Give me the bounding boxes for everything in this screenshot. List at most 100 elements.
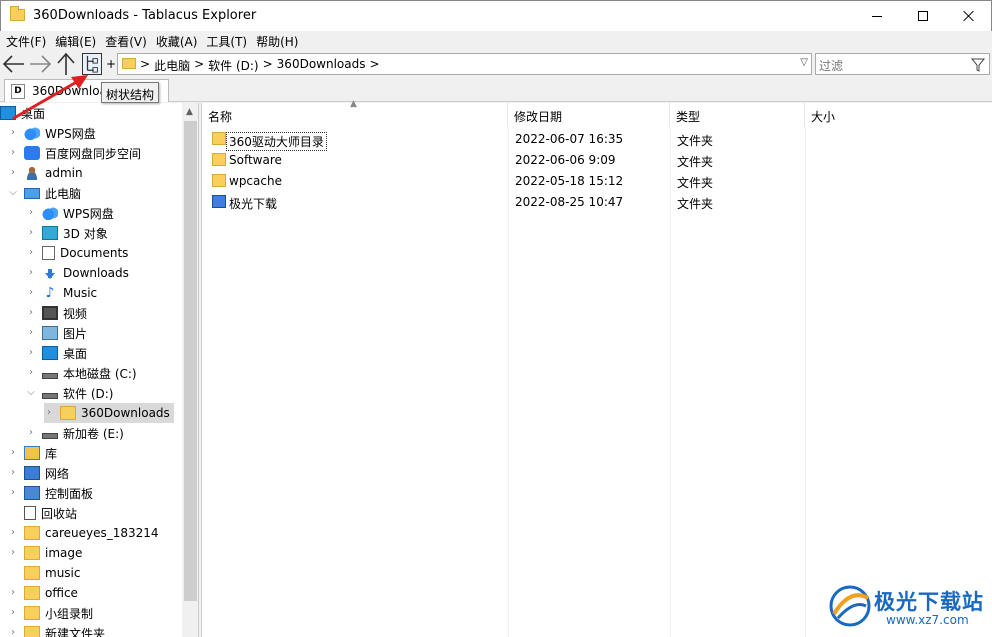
breadcrumb-separator[interactable]: >: [369, 57, 379, 74]
tree-item[interactable]: › Documents: [26, 243, 128, 263]
column-type[interactable]: 类型: [670, 103, 805, 127]
breadcrumb-drive-d[interactable]: 软件 (D:): [208, 57, 258, 74]
doc-icon: [42, 246, 55, 260]
app-folder-icon: [212, 195, 226, 208]
file-row[interactable]: Software 2022-06-06 9:09 文件夹: [202, 150, 992, 171]
breadcrumb-360downloads[interactable]: 360Downloads: [277, 57, 366, 74]
chevron-right-icon[interactable]: ›: [8, 528, 18, 538]
chevron-right-icon[interactable]: ›: [26, 368, 36, 378]
new-tab-button[interactable]: +: [106, 57, 116, 71]
chevron-right-icon[interactable]: ›: [26, 308, 36, 318]
file-date: 2022-05-18 15:12: [515, 174, 624, 188]
chevron-right-icon[interactable]: ›: [8, 468, 18, 478]
tree-item[interactable]: 回收站: [8, 503, 77, 523]
tree-item[interactable]: › 桌面: [26, 343, 87, 363]
pic-icon: [42, 326, 58, 340]
tree-item[interactable]: ⌵ 此电脑: [8, 183, 81, 203]
desk-icon: [0, 106, 16, 120]
maximize-button[interactable]: [900, 1, 946, 31]
tree-item[interactable]: › 3D 对象: [26, 223, 108, 243]
breadcrumb-separator[interactable]: >: [194, 57, 204, 74]
tree-item[interactable]: › 本地磁盘 (C:): [26, 363, 137, 383]
chevron-right-icon[interactable]: ›: [8, 168, 18, 178]
chevron-right-icon[interactable]: ›: [8, 448, 18, 458]
scroll-up-icon[interactable]: ▲: [186, 107, 193, 117]
menu-view[interactable]: 查看(V): [105, 31, 147, 51]
forward-button[interactable]: [28, 52, 52, 76]
filter-input[interactable]: 过滤: [815, 53, 990, 75]
tree-item[interactable]: › 新加卷 (E:): [26, 423, 124, 443]
chevron-right-icon[interactable]: ›: [26, 348, 36, 358]
breadcrumb-separator[interactable]: >: [263, 57, 273, 74]
chevron-right-icon[interactable]: ›: [44, 408, 54, 418]
chevron-right-icon[interactable]: ›: [8, 548, 18, 558]
tree-item[interactable]: › 库: [8, 443, 57, 463]
tree-item[interactable]: music: [8, 563, 80, 583]
tree-item[interactable]: › careueyes_183214: [8, 523, 159, 543]
chevron-right-icon[interactable]: ›: [26, 288, 36, 298]
back-button[interactable]: [2, 52, 26, 76]
menu-help[interactable]: 帮助(H): [256, 31, 298, 51]
tree-item[interactable]: › 百度网盘同步空间: [8, 143, 141, 163]
tree-item[interactable]: › ♪ Music: [26, 283, 97, 303]
tree-item[interactable]: ⌵ 软件 (D:): [26, 383, 113, 403]
tree-item[interactable]: › 控制面板: [8, 483, 93, 503]
file-row[interactable]: 360驱动大师目录 2022-06-07 16:35 文件夹: [202, 129, 992, 151]
chevron-right-icon[interactable]: ›: [8, 488, 18, 498]
tree-item[interactable]: › 小组录制: [8, 603, 93, 623]
chevron-right-icon[interactable]: [8, 508, 18, 518]
close-button[interactable]: [946, 1, 992, 31]
tree-item[interactable]: › WPS网盘: [26, 203, 114, 223]
watermark-logo-icon: [829, 585, 871, 627]
tree-scrollbar[interactable]: ▲: [182, 103, 198, 637]
tree-item[interactable]: › 360Downloads: [44, 403, 174, 423]
drive-icon: [42, 433, 58, 439]
chevron-right-icon[interactable]: ›: [8, 148, 18, 158]
tree-item[interactable]: › WPS网盘: [8, 123, 96, 143]
column-size[interactable]: 大小: [805, 103, 992, 127]
breadcrumb-separator[interactable]: >: [140, 57, 150, 74]
tree-item-label: 软件 (D:): [63, 386, 114, 401]
chevron-down-icon[interactable]: ⌵: [26, 388, 36, 398]
tree-item[interactable]: › image: [8, 543, 82, 563]
chevron-down-icon[interactable]: ▽: [800, 57, 808, 68]
tree-item[interactable]: 桌面: [0, 103, 45, 123]
scrollbar-thumb[interactable]: [184, 121, 197, 601]
chevron-right-icon[interactable]: ›: [26, 428, 36, 438]
menu-file[interactable]: 文件(F): [6, 31, 46, 51]
chevron-down-icon[interactable]: ⌵: [8, 188, 18, 198]
tree-item[interactable]: › 图片: [26, 323, 87, 343]
column-date[interactable]: 修改日期: [508, 103, 670, 127]
tree-item[interactable]: › admin: [8, 163, 83, 183]
chevron-right-icon[interactable]: ›: [26, 228, 36, 238]
tree-item[interactable]: › 视频: [26, 303, 87, 323]
file-row[interactable]: 极光下载 2022-08-25 10:47 文件夹: [202, 192, 992, 213]
chevron-right-icon[interactable]: ›: [8, 628, 18, 637]
tree-item[interactable]: › 新建文件夹: [8, 623, 105, 637]
tree-item[interactable]: › 网络: [8, 463, 69, 483]
file-row[interactable]: wpcache 2022-05-18 15:12 文件夹: [202, 171, 992, 192]
up-button[interactable]: [54, 52, 78, 76]
chevron-right-icon[interactable]: ›: [26, 328, 36, 338]
chevron-right-icon[interactable]: ›: [26, 248, 36, 258]
chevron-right-icon[interactable]: ›: [8, 128, 18, 138]
breadcrumb-this-pc[interactable]: 此电脑: [154, 57, 190, 74]
menu-favorites[interactable]: 收藏(A): [156, 31, 198, 51]
address-bar[interactable]: > 此电脑 > 软件 (D:) > 360Downloads > ▽: [117, 53, 812, 75]
folder-icon: [24, 606, 40, 620]
minimize-button[interactable]: [854, 1, 900, 31]
filter-icon[interactable]: [971, 58, 985, 72]
baidu-icon: [24, 146, 40, 160]
chevron-right-icon[interactable]: ›: [26, 268, 36, 278]
tree-item[interactable]: › Downloads: [26, 263, 129, 283]
menu-tools[interactable]: 工具(T): [206, 31, 247, 51]
column-name-label: 名称: [208, 110, 233, 124]
chevron-right-icon[interactable]: ›: [8, 608, 18, 618]
chevron-right-icon[interactable]: ›: [8, 588, 18, 598]
chevron-right-icon[interactable]: ›: [26, 208, 36, 218]
column-name[interactable]: 名称 ▲: [202, 99, 508, 127]
tree-item[interactable]: › office: [8, 583, 78, 603]
menu-edit[interactable]: 编辑(E): [55, 31, 96, 51]
tree-view-button[interactable]: [82, 53, 102, 75]
chevron-right-icon[interactable]: [8, 568, 18, 578]
